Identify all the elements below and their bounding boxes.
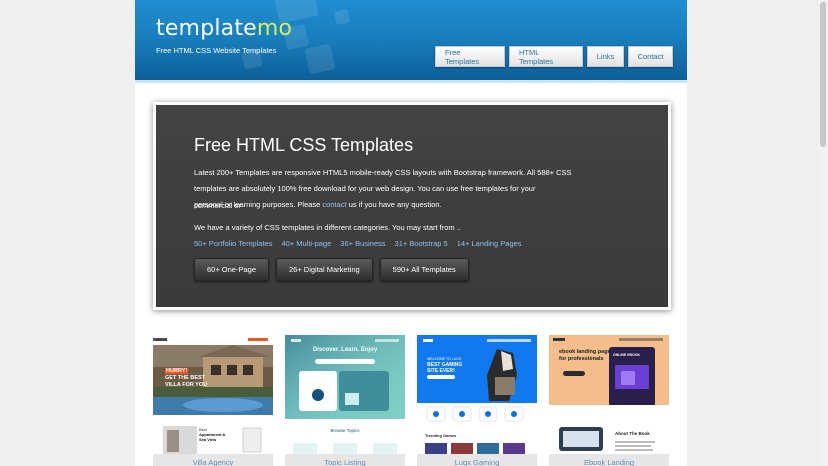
site-header: templatemo Free HTML CSS Website Templat… (135, 0, 687, 80)
decorative-square (333, 8, 351, 26)
category-link-multipage[interactable]: 40+ Multi-page (281, 239, 331, 248)
site-container: templatemo Free HTML CSS Website Templat… (135, 0, 687, 466)
hero-title: Free HTML CSS Templates (194, 135, 414, 155)
hero-text: us if you have any question. (346, 200, 442, 209)
category-link-business[interactable]: 36+ Business (340, 239, 385, 248)
thumbnail-villa-agency[interactable]: VILLA HURRY! GET THE BEST VILLA FOR YOU … (153, 335, 273, 466)
topic-subtext: Browse Topics (330, 428, 360, 433)
lugx-subtext: Trending Games (425, 433, 457, 438)
ebook-headline: for professionals (559, 356, 604, 362)
category-link-bootstrap[interactable]: 31+ Bootstrap 5 (395, 239, 448, 248)
hero-panel: Free HTML CSS Templates Latest 200+ Temp… (156, 105, 668, 307)
contact-link[interactable]: contact (322, 200, 346, 209)
hero-text: personal or learning purposes. Please (194, 200, 323, 209)
thumbnail-topic-listing[interactable]: Discover. Learn. Enjoy Browse Topics Top… (285, 335, 405, 466)
thumbnail-ebook-landing[interactable]: ebook landing page for professionals ONL… (549, 335, 669, 466)
villa-headline: HURRY! (165, 368, 189, 374)
nav-free-templates[interactable]: Free Templates (435, 46, 505, 67)
decorative-square (304, 43, 336, 75)
hero-buttons: 60+ One-Page 26+ Digital Marketing 590+ … (194, 258, 469, 281)
template-thumbnails: VILLA HURRY! GET THE BEST VILLA FOR YOU … (153, 335, 669, 466)
scrollbar-thumb[interactable] (820, 2, 826, 147)
logo-text: template (156, 16, 257, 41)
thumbnail-caption[interactable]: Ebook Landing (549, 454, 669, 466)
lugx-headline: SITE EVER! (427, 368, 455, 374)
villa-headline: VILLA FOR YOU (165, 382, 208, 388)
site-logo[interactable]: templatemo (156, 16, 292, 41)
hero-intro-categories: We have a variety of CSS templates in di… (194, 223, 461, 232)
lugx-preview-image (417, 335, 537, 466)
villa-headline: GET THE BEST (165, 375, 206, 381)
header-divider (135, 80, 687, 83)
thumbnail-caption[interactable]: Topic Listing (285, 454, 405, 466)
thumbnail-caption[interactable]: Villa Agency (153, 454, 273, 466)
topic-listing-preview-image (285, 335, 405, 466)
lugx-welcome: WELCOME TO LUGX (427, 357, 462, 361)
hero-paragraph-line: personal or learning purposes. Please co… (194, 197, 574, 214)
category-link-landing[interactable]: 14+ Landing Pages (457, 239, 522, 248)
thumbnail-lugx-gaming[interactable]: WELCOME TO LUGX BEST GAMING SITE EVER! T… (417, 335, 537, 466)
ebook-headline: ebook landing page (559, 349, 611, 355)
nav-html-templates[interactable]: HTML Templates (509, 46, 583, 67)
nav-contact[interactable]: Contact (628, 46, 673, 67)
topic-headline: Discover. Learn. Enjoy (312, 347, 378, 353)
category-link-portfolio[interactable]: 50+ Portfolio Templates (194, 239, 272, 248)
all-templates-button[interactable]: 590+ All Templates (379, 258, 469, 281)
villa-subtext: Sea View (199, 437, 217, 442)
ebook-subtext: About The Book (615, 431, 650, 436)
site-tagline: Free HTML CSS Website Templates (156, 46, 277, 55)
villa-brand: VILLA (156, 337, 168, 342)
villa-preview-image (153, 335, 273, 456)
category-links: 50+ Portfolio Templates 40+ Multi-page 3… (194, 239, 522, 248)
one-page-button[interactable]: 60+ One-Page (194, 258, 269, 281)
logo-accent-text: mo (256, 16, 293, 41)
digital-marketing-button[interactable]: 26+ Digital Marketing (276, 258, 373, 281)
thumbnail-caption[interactable]: Lugx Gaming (417, 454, 537, 466)
hero-frame: Free HTML CSS Templates Latest 200+ Temp… (153, 102, 671, 310)
nav-links[interactable]: Links (587, 46, 624, 67)
hero-paragraph-line: Latest 200+ Templates are responsive HTM… (194, 168, 572, 177)
main-nav: Free Templates HTML Templates Links Cont… (435, 46, 673, 67)
ebook-badge: ONLINE EBOOK (613, 353, 641, 357)
